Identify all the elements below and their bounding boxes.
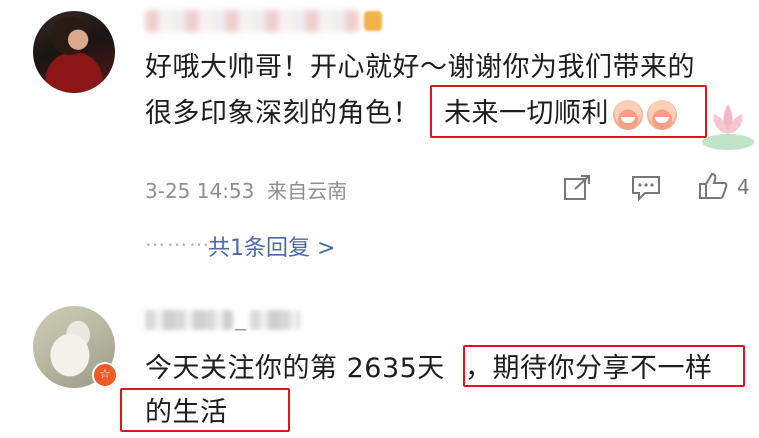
user-badge-icon: [364, 11, 382, 31]
location-source: 来自云南: [267, 179, 348, 203]
comment-icon[interactable]: [631, 175, 661, 201]
timestamp: 3-25 14:53: [145, 179, 255, 203]
share-icon[interactable]: [563, 174, 593, 202]
highlight-box: [463, 345, 745, 387]
comment-text-line: 很多印象深刻的角色！: [145, 98, 420, 129]
view-replies-link[interactable]: 共1条回复 >: [208, 230, 335, 262]
username-suffix: _: [235, 306, 246, 331]
blurred-username: [250, 310, 300, 330]
comment-meta: 3-25 14:53 来自云南: [145, 175, 347, 204]
blurred-username[interactable]: [145, 10, 360, 32]
lotus-icon: [702, 104, 754, 150]
blurred-username[interactable]: [145, 310, 233, 330]
replies-dots: ⋯⋯⋯: [145, 232, 211, 256]
like-count: 4: [737, 175, 750, 199]
star-badge-icon: ☆: [92, 362, 118, 388]
avatar[interactable]: [33, 11, 115, 93]
comment-text-line: 今天关注你的第 2635天: [145, 353, 445, 384]
highlight-box: [430, 85, 707, 138]
highlight-box: [120, 388, 290, 432]
like-icon[interactable]: [698, 172, 728, 200]
